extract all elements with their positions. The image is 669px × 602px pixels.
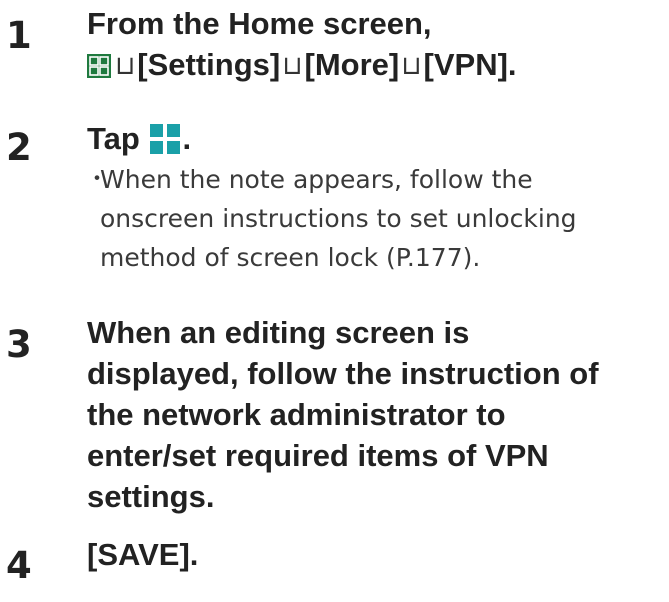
step-3-line-5: settings. [87, 479, 215, 514]
menu-separator: ⊔ [115, 51, 136, 81]
note-line-1: When the note appears, follow the [100, 165, 533, 194]
step-number: 1 [6, 14, 32, 57]
step-number: 4 [6, 544, 32, 587]
step-3-text: When an editing screen is displayed, fol… [87, 312, 669, 517]
step-1-line-1: From the Home screen, [87, 6, 432, 41]
note-line-2: onscreen instructions to set unlocking [100, 204, 577, 233]
menu-item-settings: [Settings] [137, 47, 281, 82]
step-3-line-3: the network administrator to [87, 397, 506, 432]
menu-separator: ⊔ [282, 51, 303, 81]
step-3-line-1: When an editing screen is [87, 315, 470, 350]
menu-item-more: [More] [304, 47, 400, 82]
menu-item-vpn: [VPN]. [423, 47, 517, 82]
step-3-line-4: enter/set required items of VPN [87, 438, 549, 473]
apps-grid-icon [87, 54, 111, 78]
step-2-text: Tap . [87, 118, 669, 159]
step-1-line-2: ⊔[Settings]⊔[More]⊔[VPN]. [87, 44, 669, 87]
menu-separator: ⊔ [401, 51, 422, 81]
note-bullet: ・ [86, 167, 109, 192]
step-1-text: From the Home screen, ⊔[Settings]⊔[More]… [87, 3, 669, 87]
step-number: 2 [6, 126, 32, 169]
step-4-text: [SAVE]. [87, 537, 199, 572]
step-2-period: . [182, 121, 192, 156]
step-2-note: ・ When the note appears, follow the onsc… [86, 160, 669, 277]
add-plus-icon [150, 124, 181, 154]
step-3-line-2: displayed, follow the instruction of [87, 356, 599, 391]
step-2-tap-label: Tap [87, 121, 140, 156]
step-number: 3 [6, 323, 32, 366]
note-line-3: method of screen lock (P.177). [100, 243, 481, 272]
manual-page: 1 From the Home screen, ⊔[Settings]⊔[Mor… [0, 0, 669, 602]
